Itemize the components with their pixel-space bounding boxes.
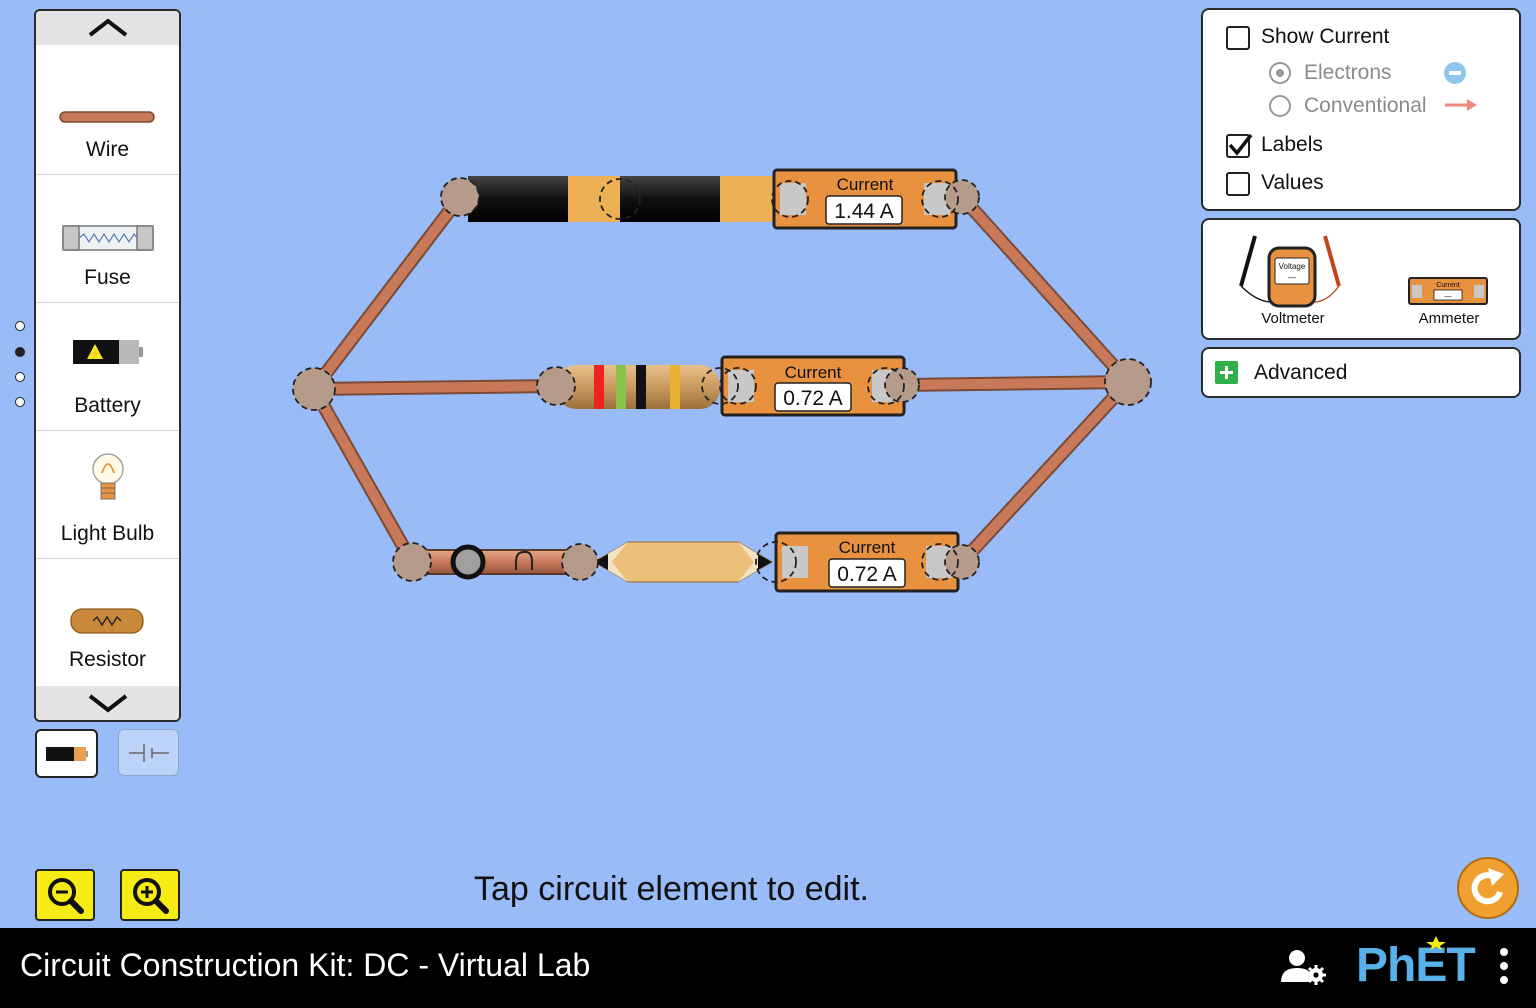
more-options-icon[interactable] bbox=[1496, 946, 1512, 988]
switch[interactable] bbox=[409, 544, 583, 580]
phet-menu-button[interactable]: PhET bbox=[1356, 936, 1486, 992]
ammeter-reading: 0.72 A bbox=[837, 563, 897, 586]
values-label: Values bbox=[1261, 171, 1324, 194]
labels-checkbox[interactable] bbox=[1226, 133, 1253, 158]
advanced-label: Advanced bbox=[1254, 361, 1348, 384]
labels-label: Labels bbox=[1261, 133, 1323, 156]
conventional-arrow-icon bbox=[1445, 99, 1477, 111]
user-settings-icon[interactable] bbox=[1280, 948, 1328, 988]
show-current-label: Show Current bbox=[1261, 25, 1390, 48]
ammeter-title: Current bbox=[839, 538, 896, 557]
show-current-checkbox[interactable] bbox=[1226, 26, 1250, 50]
ammeter-label: Ammeter bbox=[1418, 310, 1480, 327]
electron-icon bbox=[1444, 62, 1466, 84]
zoom-in-icon bbox=[133, 878, 169, 914]
pencil-resistor[interactable] bbox=[593, 541, 773, 583]
ammeter-1[interactable]: Current 1.44 A bbox=[772, 168, 958, 230]
zoom-in-button[interactable] bbox=[120, 869, 180, 921]
electrons-radio[interactable] bbox=[1269, 62, 1291, 84]
ammeter-tool[interactable]: Current — Ammeter bbox=[1399, 228, 1499, 328]
voltmeter-screen-value: — bbox=[1288, 273, 1296, 282]
ammeter-reading: 0.72 A bbox=[783, 387, 843, 410]
electrons-label: Electrons bbox=[1304, 61, 1392, 84]
voltmeter-label: Voltmeter bbox=[1261, 310, 1325, 327]
app-title: Circuit Construction Kit: DC - Virtual L… bbox=[20, 947, 591, 983]
ammeter-reading: 1.44 A bbox=[834, 200, 894, 223]
battery-1[interactable] bbox=[468, 176, 620, 222]
sensor-toolbox-panel: Voltage — Voltmeter Current — Ammeter bbox=[1201, 218, 1521, 340]
display-options-panel: Show Current Electrons Conventional Labe… bbox=[1201, 8, 1521, 211]
voltmeter-screen-label: Voltage bbox=[1279, 262, 1306, 271]
zoom-out-icon bbox=[48, 878, 84, 914]
expand-plus-icon[interactable] bbox=[1215, 361, 1238, 384]
conventional-radio[interactable] bbox=[1269, 95, 1291, 117]
ammeter-icon: Current — bbox=[1408, 277, 1488, 305]
checkmark-icon bbox=[1228, 133, 1253, 156]
tap-to-edit-hint: Tap circuit element to edit. bbox=[474, 870, 869, 908]
reset-all-button[interactable] bbox=[1456, 856, 1520, 920]
ammeter-3[interactable]: Current 0.72 A bbox=[774, 531, 960, 593]
phet-logo: PhET bbox=[1356, 939, 1476, 992]
phet-logo-star bbox=[1426, 936, 1446, 950]
ammeter-title: Current bbox=[785, 363, 842, 382]
advanced-panel[interactable]: Advanced bbox=[1201, 347, 1521, 398]
conventional-label: Conventional bbox=[1304, 94, 1427, 117]
battery-2[interactable] bbox=[620, 176, 774, 222]
values-checkbox[interactable] bbox=[1226, 172, 1250, 196]
ammeter-title: Current bbox=[837, 175, 894, 194]
ammeter-screen-value: — bbox=[1445, 293, 1452, 300]
voltmeter-tool[interactable]: Voltage — Voltmeter bbox=[1233, 228, 1353, 328]
voltmeter-icon: Voltage — bbox=[1239, 235, 1341, 308]
ammeter-2[interactable]: Current 0.72 A bbox=[720, 355, 906, 417]
resistor[interactable] bbox=[556, 365, 720, 409]
ammeter-screen-label: Current bbox=[1436, 282, 1459, 289]
zoom-out-button[interactable] bbox=[35, 869, 95, 921]
